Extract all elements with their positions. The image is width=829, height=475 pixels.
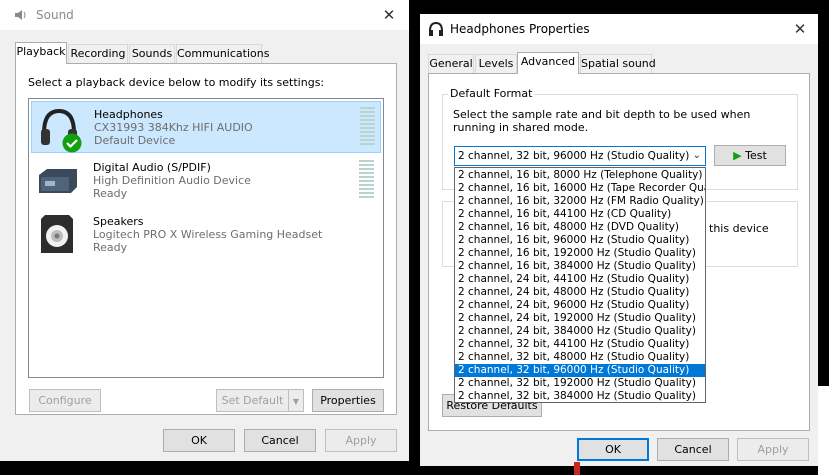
sound-ok-button[interactable]: OK <box>163 429 235 452</box>
device-status: Ready <box>93 187 128 200</box>
properties-button[interactable]: Properties <box>312 389 384 412</box>
device-item-speakers[interactable]: Speakers Logitech PRO X Wireless Gaming … <box>31 209 381 261</box>
test-button[interactable]: ▶ Test <box>714 145 786 166</box>
format-option[interactable]: 2 channel, 24 bit, 192000 Hz (Studio Qua… <box>455 312 705 325</box>
playback-panel: Select a playback device below to modify… <box>15 63 397 415</box>
set-default-dropdown[interactable]: ▼ <box>288 389 304 412</box>
tab-general[interactable]: General <box>428 54 474 74</box>
properties-cancel-button[interactable]: Cancel <box>657 438 729 461</box>
headphones-small-icon <box>428 21 444 40</box>
format-option[interactable]: 2 channel, 24 bit, 384000 Hz (Studio Qua… <box>455 325 705 338</box>
device-detail: High Definition Audio Device <box>93 174 251 187</box>
tab-playback[interactable]: Playback <box>15 42 67 64</box>
chevron-down-icon: ▼ <box>292 397 300 406</box>
format-option[interactable]: 2 channel, 32 bit, 96000 Hz (Studio Qual… <box>455 364 705 377</box>
format-option[interactable]: 2 channel, 32 bit, 192000 Hz (Studio Qua… <box>455 377 705 390</box>
background-window-strip <box>818 386 829 475</box>
default-format-label: Default Format <box>448 87 535 100</box>
format-option[interactable]: 2 channel, 16 bit, 96000 Hz (Studio Qual… <box>455 234 705 247</box>
chevron-down-icon: ⌄ <box>692 150 701 161</box>
format-option[interactable]: 2 channel, 16 bit, 48000 Hz (DVD Quality… <box>455 221 705 234</box>
device-list[interactable]: Headphones CX31993 384Khz HIFI AUDIO Def… <box>28 98 384 378</box>
format-option[interactable]: 2 channel, 32 bit, 48000 Hz (Studio Qual… <box>455 351 705 364</box>
format-option[interactable]: 2 channel, 24 bit, 44100 Hz (Studio Qual… <box>455 273 705 286</box>
background-window-mark <box>574 462 580 475</box>
device-detail: Logitech PRO X Wireless Gaming Headset <box>93 228 323 241</box>
format-option[interactable]: 2 channel, 16 bit, 32000 Hz (FM Radio Qu… <box>455 195 705 208</box>
sound-window: Sound ✕ Playback Recording Sounds Commun… <box>0 0 409 461</box>
sound-titlebar: Sound ✕ <box>0 0 409 30</box>
tab-recording[interactable]: Recording <box>68 44 128 64</box>
format-select-value: 2 channel, 32 bit, 96000 Hz (Studio Qual… <box>458 150 690 162</box>
digital-audio-icon <box>37 163 79 198</box>
play-icon: ▶ <box>733 149 742 162</box>
speaker-box-icon <box>39 213 75 258</box>
tab-levels[interactable]: Levels <box>475 54 517 74</box>
device-item-digital-audio[interactable]: Digital Audio (S/PDIF) High Definition A… <box>31 155 381 207</box>
speaker-icon <box>14 8 28 25</box>
format-option[interactable]: 2 channel, 16 bit, 384000 Hz (Studio Qua… <box>455 260 705 273</box>
sound-title: Sound <box>36 8 74 22</box>
device-detail: CX31993 384Khz HIFI AUDIO <box>94 121 253 134</box>
exclusive-mode-text: this device <box>709 222 769 235</box>
properties-title: Headphones Properties <box>450 22 590 36</box>
sound-cancel-button[interactable]: Cancel <box>244 429 316 452</box>
format-option[interactable]: 2 channel, 16 bit, 8000 Hz (Telephone Qu… <box>455 169 705 182</box>
tab-advanced[interactable]: Advanced <box>517 52 579 74</box>
device-name: Headphones <box>94 108 163 121</box>
sound-close-button[interactable]: ✕ <box>375 4 403 26</box>
volume-meter <box>359 160 374 200</box>
format-option[interactable]: 2 channel, 24 bit, 48000 Hz (Studio Qual… <box>455 286 705 299</box>
format-option[interactable]: 2 channel, 16 bit, 192000 Hz (Studio Qua… <box>455 247 705 260</box>
format-option[interactable]: 2 channel, 16 bit, 44100 Hz (CD Quality) <box>455 208 705 221</box>
format-select[interactable]: 2 channel, 32 bit, 96000 Hz (Studio Qual… <box>454 146 706 166</box>
format-dropdown-list[interactable]: 2 channel, 16 bit, 8000 Hz (Telephone Qu… <box>454 167 706 403</box>
properties-ok-button[interactable]: OK <box>577 438 649 461</box>
test-label: Test <box>745 149 767 162</box>
tab-spatial-sound[interactable]: Spatial sound <box>580 54 656 74</box>
configure-button[interactable]: Configure <box>29 389 101 412</box>
device-status: Default Device <box>94 134 176 147</box>
tab-communications[interactable]: Communications <box>176 44 269 64</box>
properties-apply-button[interactable]: Apply <box>737 438 809 461</box>
set-default-button[interactable]: Set Default <box>216 389 288 412</box>
properties-titlebar: Headphones Properties ✕ <box>420 14 818 44</box>
device-item-headphones[interactable]: Headphones CX31993 384Khz HIFI AUDIO Def… <box>31 101 381 153</box>
format-description: Select the sample rate and bit depth to … <box>453 108 751 134</box>
format-option[interactable]: 2 channel, 32 bit, 384000 Hz (Studio Qua… <box>455 390 705 402</box>
device-name: Digital Audio (S/PDIF) <box>93 161 211 174</box>
format-option[interactable]: 2 channel, 24 bit, 96000 Hz (Studio Qual… <box>455 299 705 312</box>
volume-meter <box>360 107 375 147</box>
format-option[interactable]: 2 channel, 16 bit, 16000 Hz (Tape Record… <box>455 182 705 195</box>
device-status: Ready <box>93 241 128 254</box>
default-check-icon <box>62 133 82 156</box>
instruction-text: Select a playback device below to modify… <box>28 76 325 89</box>
device-name: Speakers <box>93 215 144 228</box>
properties-close-button[interactable]: ✕ <box>786 18 814 40</box>
sound-apply-button[interactable]: Apply <box>325 429 397 452</box>
format-option[interactable]: 2 channel, 32 bit, 44100 Hz (Studio Qual… <box>455 338 705 351</box>
tab-sounds[interactable]: Sounds <box>129 44 175 64</box>
